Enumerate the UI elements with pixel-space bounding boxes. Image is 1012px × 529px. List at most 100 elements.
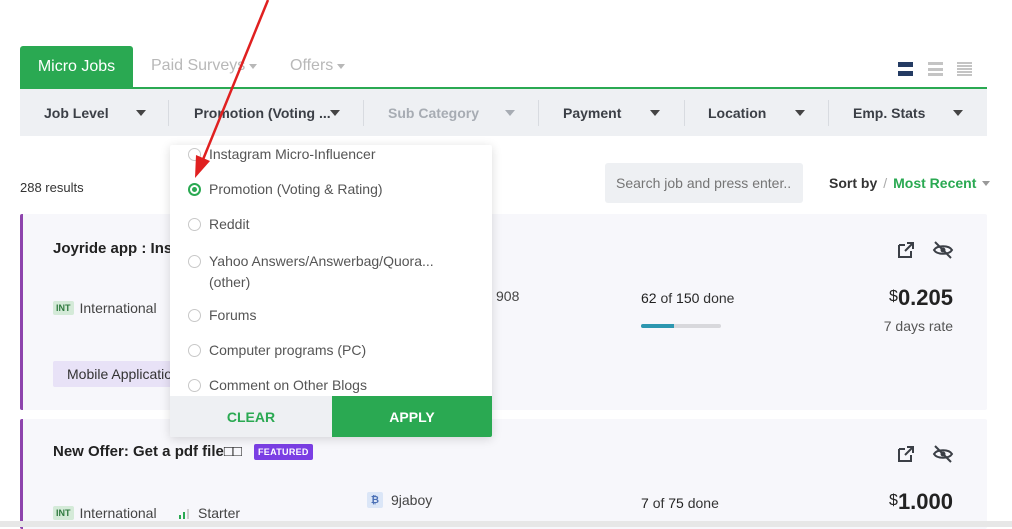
- of-label: of: [660, 290, 673, 306]
- job-progress-fill: [641, 324, 674, 328]
- done-count: 62: [641, 290, 657, 306]
- employer[interactable]: ₿ 9jaboy: [367, 492, 432, 508]
- hide-eye-icon[interactable]: [932, 444, 954, 464]
- job-level: Starter: [178, 505, 240, 521]
- radio-button[interactable]: [188, 218, 201, 231]
- filter-sub-category-label: Sub Category: [388, 104, 480, 121]
- apply-button[interactable]: APPLY: [332, 396, 492, 437]
- dropdown-option-selected[interactable]: Promotion (Voting & Rating): [188, 181, 383, 197]
- job-progress-bar: [641, 324, 721, 328]
- filter-promotion-label: Promotion (Voting ...: [194, 104, 331, 121]
- chevron-down-icon: [136, 109, 146, 116]
- clear-button[interactable]: CLEAR: [170, 396, 332, 437]
- chevron-down-icon: [330, 109, 340, 116]
- chevron-down-icon: [982, 180, 991, 186]
- filter-location[interactable]: Location: [708, 89, 808, 136]
- filter-divider: [538, 100, 539, 126]
- dropdown-option[interactable]: Reddit: [188, 216, 249, 232]
- international-badge: INT: [53, 301, 74, 315]
- job-location-label: International: [79, 505, 157, 521]
- chevron-down-icon: [650, 109, 660, 116]
- external-link-icon[interactable]: [896, 444, 916, 464]
- dropdown-option-label: Forums: [209, 307, 257, 323]
- dropdown-option-label: Computer programs (PC): [209, 342, 367, 358]
- sort-separator: /: [883, 175, 888, 191]
- filter-job-level[interactable]: Job Level: [44, 89, 149, 136]
- signal-bars-icon: [179, 509, 189, 519]
- total-count: 150: [676, 290, 700, 306]
- job-category-tag[interactable]: Mobile Applicatio: [53, 361, 187, 387]
- job-card[interactable]: [20, 419, 987, 529]
- dropdown-option[interactable]: Forums: [188, 307, 256, 323]
- dropdown-option[interactable]: Comment on Other Blogs: [188, 377, 367, 393]
- radio-button[interactable]: [188, 344, 201, 357]
- done-label: done: [687, 495, 719, 511]
- job-location: INT International: [53, 505, 157, 521]
- radio-button[interactable]: [188, 255, 201, 268]
- job-price-value: 0.205: [897, 285, 953, 310]
- dropdown-option-label: Yahoo Answers/Answerbag/Quora... (other): [209, 251, 434, 293]
- filter-promotion[interactable]: Promotion (Voting ...: [194, 89, 342, 136]
- results-count: 288 results: [20, 180, 84, 195]
- radio-button-checked[interactable]: [188, 183, 201, 196]
- filter-divider: [363, 100, 364, 126]
- job-rate: 7 days rate: [883, 318, 953, 334]
- dropdown-option[interactable]: Computer programs (PC): [188, 342, 366, 358]
- international-badge: INT: [53, 506, 74, 520]
- job-progress-text: 7 of 75 done: [641, 495, 719, 511]
- filter-payment[interactable]: Payment: [563, 89, 663, 136]
- search-input[interactable]: [605, 163, 803, 203]
- job-title-suffix: □□: [223, 443, 242, 460]
- tab-offers[interactable]: Offers: [290, 57, 346, 75]
- chevron-down-icon: [505, 109, 515, 116]
- filter-job-level-label: Job Level: [44, 104, 109, 121]
- dropdown-option[interactable]: Yahoo Answers/Answerbag/Quora... (other): [188, 251, 434, 293]
- chevron-down-icon: [953, 109, 963, 116]
- employer-id[interactable]: 908: [496, 288, 519, 304]
- chevron-down-icon: [249, 63, 258, 69]
- dropdown-option-label: Promotion (Voting & Rating): [209, 181, 383, 197]
- list-view-icon[interactable]: [928, 62, 943, 76]
- job-location-label: International: [79, 300, 157, 316]
- filter-payment-label: Payment: [563, 104, 622, 121]
- sort-control[interactable]: Sort by / Most Recent: [829, 175, 991, 191]
- tab-paid-surveys-label: Paid Surveys: [151, 57, 246, 74]
- job-price: $1.000: [889, 489, 953, 515]
- radio-button[interactable]: [188, 309, 201, 322]
- radio-button[interactable]: [188, 148, 201, 161]
- filter-emp-stats-label: Emp. Stats: [853, 104, 926, 121]
- compact-list-icon[interactable]: [957, 62, 972, 76]
- hide-eye-icon[interactable]: [932, 240, 954, 260]
- filter-sub-category[interactable]: Sub Category: [388, 89, 518, 136]
- radio-button[interactable]: [188, 379, 201, 392]
- filter-divider: [828, 100, 829, 126]
- tab-paid-surveys[interactable]: Paid Surveys: [151, 57, 258, 75]
- dropdown-option-label: Comment on Other Blogs: [209, 377, 367, 393]
- dropdown-option-label: Instagram Micro-Influencer: [209, 146, 376, 162]
- filter-divider: [684, 100, 685, 126]
- employer-badge-icon: ₿: [367, 492, 383, 508]
- job-level-label: Starter: [198, 505, 241, 521]
- job-location: INT International: [53, 300, 157, 316]
- dropdown-option[interactable]: Instagram Micro-Influencer: [188, 146, 376, 162]
- job-title[interactable]: Joyride app : Inst: [53, 240, 177, 257]
- job-price-value: 1.000: [897, 489, 953, 514]
- job-title-text: New Offer: Get a pdf file: [53, 443, 224, 460]
- sort-value: Most Recent: [893, 175, 977, 191]
- job-price: $0.205: [889, 285, 953, 311]
- job-title[interactable]: New Offer: Get a pdf file□□: [53, 443, 242, 460]
- dropdown-option-label: Reddit: [209, 216, 250, 232]
- employer-name: 9jaboy: [391, 492, 433, 508]
- dropdown-option-label-line1: Yahoo Answers/Answerbag/Quora...: [209, 253, 434, 269]
- taskbar-edge: [0, 521, 1012, 527]
- grid-view-icon[interactable]: [898, 62, 913, 76]
- done-label: done: [703, 290, 735, 306]
- done-count: 7: [641, 495, 649, 511]
- chevron-down-icon: [337, 63, 346, 69]
- tab-micro-jobs[interactable]: Micro Jobs: [20, 46, 133, 88]
- external-link-icon[interactable]: [896, 240, 916, 260]
- of-label: of: [652, 495, 665, 511]
- filter-emp-stats[interactable]: Emp. Stats: [853, 89, 968, 136]
- sort-label: Sort by: [829, 175, 878, 191]
- job-title-row: New Offer: Get a pdf file□□ FEATURED: [53, 443, 313, 460]
